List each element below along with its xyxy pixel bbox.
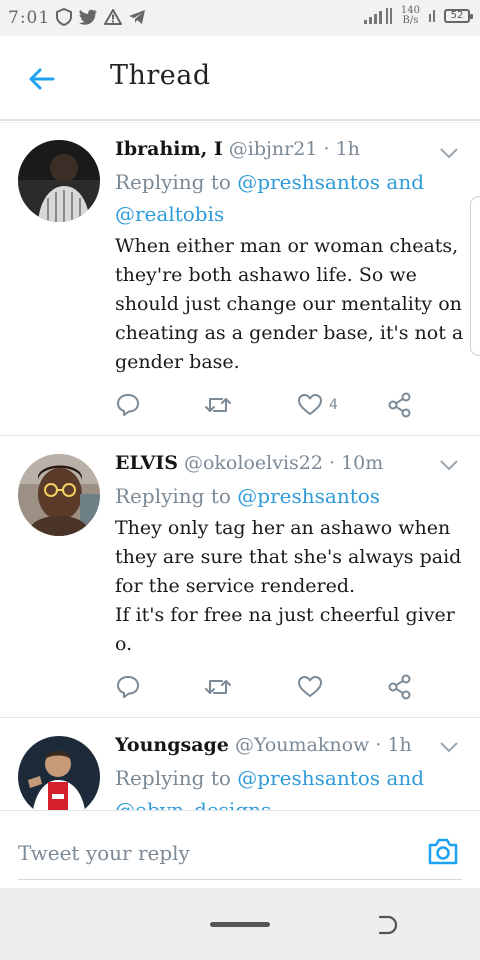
chevron-down-icon[interactable] <box>438 736 460 758</box>
reply-button[interactable] <box>115 672 141 702</box>
share-button[interactable] <box>387 390 413 420</box>
share-icon <box>388 392 411 418</box>
share-button[interactable] <box>387 672 413 702</box>
avatar[interactable] <box>18 140 100 222</box>
replying-prefix: Replying to <box>115 170 231 194</box>
twitter-bird-icon <box>79 9 97 25</box>
retweet-icon <box>205 680 231 694</box>
tweet[interactable]: Youngsage @Youmaknow · 1h Replying to @p… <box>0 718 480 810</box>
network-speed-unit: B/s <box>402 15 419 26</box>
reply-bar <box>0 810 480 888</box>
tweet-header: ELVIS @okoloelvis22 · 10m <box>115 452 383 474</box>
avatar[interactable] <box>18 454 100 536</box>
replying-prefix: Replying to <box>115 484 231 508</box>
signal-icon <box>363 8 392 24</box>
page-title: Thread <box>110 60 211 91</box>
chevron-down-icon[interactable] <box>438 454 460 476</box>
share-icon <box>388 674 411 700</box>
home-gesture-handle[interactable] <box>210 922 270 927</box>
tweet-actions <box>115 672 435 702</box>
avatar-image <box>18 736 100 810</box>
replying-to: Replying to @preshsantos and @obyn_desig… <box>115 762 445 810</box>
camera-button[interactable] <box>426 835 460 869</box>
like-button[interactable] <box>297 672 329 702</box>
user-handle[interactable]: @Youmaknow <box>235 734 369 756</box>
back-button[interactable] <box>24 62 58 96</box>
speech-bubble-icon <box>117 394 139 416</box>
arrow-left-icon <box>29 68 55 90</box>
mention-link[interactable]: @preshsantos <box>237 484 380 508</box>
tweet-header: Ibrahim, I @ibjnr21 · 1h <box>115 138 360 160</box>
like-count: 4 <box>329 397 338 413</box>
tweet-actions: 4 <box>115 390 435 420</box>
signal-small-icon <box>429 10 435 22</box>
separator-dot: · <box>329 452 336 474</box>
camera-icon <box>428 838 458 865</box>
header-divider <box>0 120 480 123</box>
retweet-button[interactable] <box>203 390 233 420</box>
speech-bubble-icon <box>117 676 139 698</box>
heart-icon <box>298 676 322 697</box>
tweet[interactable]: Ibrahim, I @ibjnr21 · 1h Replying to @pr… <box>0 124 480 436</box>
status-bar: 7:01 140 B/s 52 <box>0 0 480 36</box>
retweet-icon <box>205 398 231 412</box>
system-icons: 140 B/s 52 <box>363 6 473 26</box>
reply-input[interactable] <box>18 837 418 869</box>
replying-prefix: Replying to <box>115 766 231 790</box>
display-name[interactable]: ELVIS <box>115 452 178 474</box>
tweet-text: When either man or woman cheats, they're… <box>115 235 464 373</box>
telegram-icon <box>129 10 145 24</box>
user-handle[interactable]: @ibjnr21 <box>229 138 318 160</box>
shield-icon <box>56 8 72 26</box>
network-speed: 140 B/s <box>401 6 420 26</box>
replying-to: Replying to @preshsantos <box>115 480 445 512</box>
like-button[interactable]: 4 <box>297 390 338 420</box>
avatar-image <box>18 454 100 536</box>
tweet-time: 1h <box>335 138 360 160</box>
status-time: 7:01 <box>8 8 51 28</box>
chevron-down-icon[interactable] <box>438 142 460 164</box>
avatar[interactable] <box>18 736 100 810</box>
tweet-list[interactable]: Ibrahim, I @ibjnr21 · 1h Replying to @pr… <box>0 124 480 810</box>
user-handle[interactable]: @okoloelvis22 <box>184 452 323 474</box>
tweet-time: 1h <box>387 734 412 756</box>
notification-icons <box>56 8 146 26</box>
battery-indicator: 52 <box>444 9 473 23</box>
warning-icon <box>104 9 122 25</box>
separator-dot: · <box>323 138 330 160</box>
reply-input-underline <box>18 879 462 880</box>
reply-button[interactable] <box>115 390 141 420</box>
tweet-time: 10m <box>341 452 384 474</box>
retweet-button[interactable] <box>203 672 233 702</box>
system-nav-bar <box>0 888 480 960</box>
side-panel-handle[interactable] <box>470 196 480 356</box>
tweet-text: They only tag her an ashawo when they ar… <box>115 517 462 655</box>
heart-icon <box>298 394 322 415</box>
back-gesture-icon[interactable] <box>374 912 400 938</box>
avatar-image <box>18 140 100 222</box>
display-name[interactable]: Ibrahim, I <box>115 138 223 160</box>
display-name[interactable]: Youngsage <box>115 734 229 756</box>
replying-to: Replying to @preshsantos and @realtobis <box>115 166 445 230</box>
separator-dot: · <box>375 734 382 756</box>
app-header: Thread <box>0 36 480 120</box>
tweet-header: Youngsage @Youmaknow · 1h <box>115 734 412 756</box>
tweet[interactable]: ELVIS @okoloelvis22 · 10m Replying to @p… <box>0 436 480 718</box>
